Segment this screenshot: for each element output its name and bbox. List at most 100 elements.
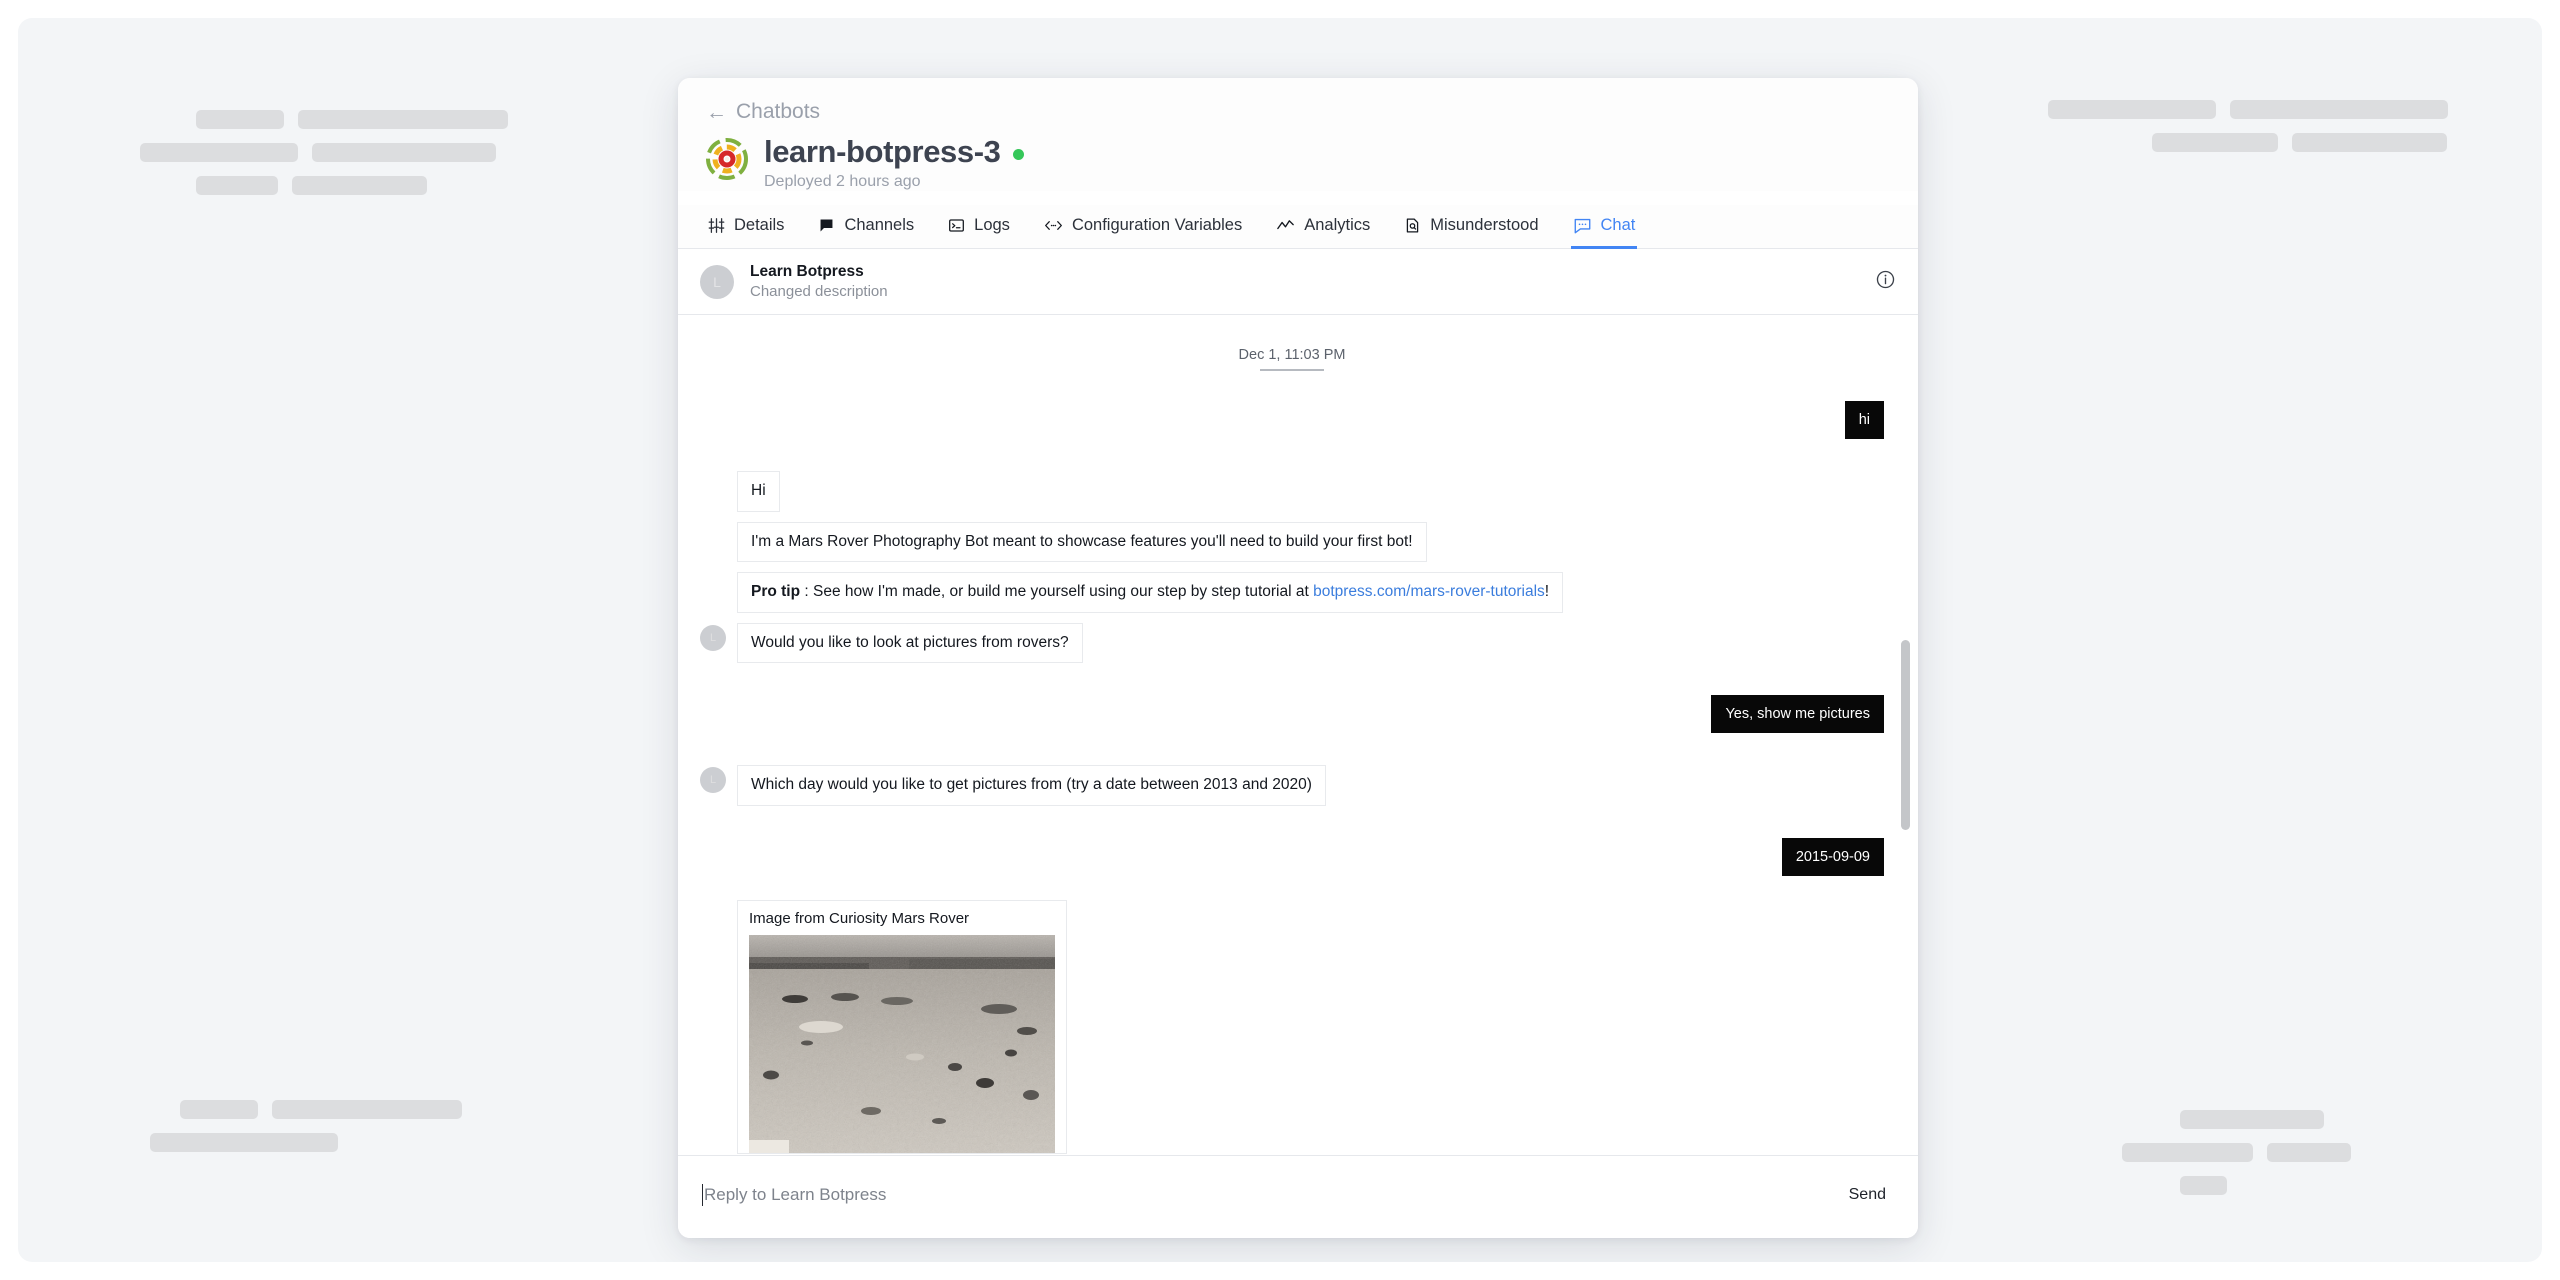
breadcrumb-chatbots[interactable]: ← Chatbots (706, 100, 1890, 124)
skeleton-bar (2048, 100, 2216, 119)
message-bubble-bot: Which day would you like to get pictures… (737, 765, 1326, 806)
conversation-description: Changed description (750, 283, 888, 300)
skeleton-bar (150, 1133, 338, 1152)
skeleton-block-bottom-left (150, 1100, 462, 1166)
tab-label: Logs (974, 216, 1010, 234)
skeleton-row (2022, 133, 2448, 152)
skeleton-bar (2180, 1110, 2324, 1129)
screen-root: ← Chatbots learn-botpress-3 Deployed 2 h… (0, 0, 2560, 1280)
skeleton-bar (272, 1100, 462, 1119)
page-title: learn-botpress-3 (764, 134, 1001, 169)
date-divider: Dec 1, 11:03 PM (700, 347, 1884, 371)
skeleton-bar (2180, 1176, 2227, 1195)
skeleton-bar (180, 1100, 258, 1119)
tab-label: Channels (844, 216, 915, 234)
message-bubble-user: 2015-09-09 (1781, 837, 1884, 877)
terminal-icon (948, 217, 965, 234)
tab-configuration-variables[interactable]: Configuration Variables (1042, 206, 1244, 249)
info-circle-icon[interactable] (1875, 269, 1896, 295)
skeleton-row (2022, 100, 2448, 119)
message-dots-icon (1573, 217, 1592, 234)
tab-chat[interactable]: Chat (1570, 206, 1638, 249)
skeleton-bar (2292, 133, 2447, 152)
chatbot-detail-window: ← Chatbots learn-botpress-3 Deployed 2 h… (678, 78, 1918, 1238)
avatar: L (700, 264, 734, 299)
message-row-incoming-image: Image from Curiosity Mars Rover (700, 900, 1884, 1155)
status-badge (1012, 148, 1024, 160)
tab-analytics[interactable]: Analytics (1274, 206, 1372, 249)
sliders-icon (708, 217, 725, 234)
tab-label: Configuration Variables (1071, 216, 1243, 234)
tab-channels[interactable]: Channels (816, 206, 916, 249)
skeleton-bar (2267, 1143, 2351, 1162)
skeleton-row (140, 110, 508, 129)
breadcrumb-label: Chatbots (736, 100, 821, 123)
message-bubble-user: Yes, show me pictures (1711, 695, 1884, 734)
tab-label: Analytics (1304, 216, 1371, 234)
date-divider-rule (1260, 369, 1324, 371)
protip-text-before: : See how I'm made, or build me yourself… (800, 583, 1314, 601)
message-composer: Reply to Learn Botpress Send (678, 1155, 1918, 1238)
tab-bar: Details Channels Logs Configuration Vari… (678, 205, 1918, 249)
skeleton-bar (196, 110, 284, 129)
avatar: L (700, 624, 726, 651)
chat-message-list[interactable]: Dec 1, 11:03 PM hi Hi I'm a Mars Rover P… (678, 315, 1918, 1155)
desktop-backdrop: ← Chatbots learn-botpress-3 Deployed 2 h… (18, 18, 2542, 1262)
reply-input[interactable]: Reply to Learn Botpress (702, 1184, 1833, 1206)
image-caption: Image from Curiosity Mars Rover (749, 910, 970, 928)
bot-title-block: learn-botpress-3 Deployed 2 hours ago (764, 134, 1024, 191)
message-row-incoming: L Which day would you like to get pictur… (700, 765, 1884, 806)
message-bubble-bot: I'm a Mars Rover Photography Bot meant t… (737, 521, 1427, 563)
tab-details[interactable]: Details (706, 206, 786, 249)
conversation-meta: Learn Botpress Changed description (750, 263, 1875, 300)
text-caret (702, 1184, 703, 1206)
date-divider-label: Dec 1, 11:03 PM (1238, 347, 1346, 363)
mars-surface-photo (749, 935, 1055, 1154)
bot-identity-row: learn-botpress-3 Deployed 2 hours ago (706, 134, 1890, 191)
skeleton-row (140, 176, 508, 195)
message-row-incoming: I'm a Mars Rover Photography Bot meant t… (700, 521, 1884, 563)
skeleton-bar (196, 176, 278, 195)
tab-misunderstood[interactable]: Misunderstood (1402, 206, 1540, 249)
trend-line-icon (1276, 217, 1295, 234)
code-brackets-icon (1044, 217, 1063, 234)
botpress-logo-icon (706, 138, 748, 180)
protip-label: Pro tip (751, 583, 801, 601)
message-bubble-bot-protip: Pro tip : See how I'm made, or build me … (737, 572, 1564, 613)
conversation-name: Learn Botpress (750, 263, 864, 280)
skeleton-bar (2230, 100, 2448, 119)
tutorial-link[interactable]: botpress.com/mars-rover-tutorials (1313, 583, 1545, 600)
message-row-outgoing: hi (700, 401, 1884, 440)
skeleton-bar (312, 143, 496, 162)
deploy-status-text: Deployed 2 hours ago (764, 173, 921, 190)
skeleton-bar (2122, 1143, 2253, 1162)
skeleton-bar (298, 110, 508, 129)
skeleton-bar (140, 143, 298, 162)
skeleton-bar (292, 176, 427, 195)
skeleton-row (2122, 1143, 2351, 1162)
skeleton-row (150, 1133, 462, 1152)
message-row-incoming: Hi (700, 471, 1884, 512)
skeleton-row (2122, 1176, 2351, 1195)
chat-scroll-content: Dec 1, 11:03 PM hi Hi I'm a Mars Rover P… (678, 315, 1918, 1155)
message-bubble-user: hi (1844, 401, 1884, 440)
message-bubble-bot: Would you like to look at pictures from … (737, 622, 1083, 664)
doc-search-icon (1404, 217, 1421, 234)
reply-input-placeholder: Reply to Learn Botpress (704, 1185, 887, 1204)
skeleton-block-bottom-right (2122, 1110, 2351, 1209)
protip-text-after: ! (1544, 583, 1550, 601)
back-arrow-icon: ← (706, 100, 727, 124)
tab-label: Details (734, 216, 785, 234)
chat-scrollbar[interactable] (1901, 315, 1910, 1155)
chat-scrollbar-thumb[interactable] (1901, 640, 1910, 830)
tab-logs[interactable]: Logs (946, 206, 1012, 249)
message-row-outgoing: Yes, show me pictures (700, 695, 1884, 734)
send-button[interactable]: Send (1845, 1182, 1890, 1208)
conversation-header: L Learn Botpress Changed description (678, 249, 1918, 315)
skeleton-row (140, 143, 508, 162)
skeleton-block-top-left (140, 110, 508, 209)
skeleton-bar (2152, 133, 2278, 152)
message-row-incoming: L Would you like to look at pictures fro… (700, 622, 1884, 664)
skeleton-block-top-right (2022, 100, 2448, 166)
avatar: L (700, 767, 726, 794)
